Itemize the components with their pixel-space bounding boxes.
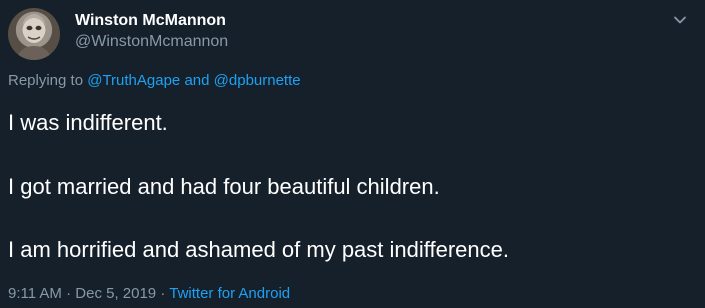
tweet-text-line: I got married and had four beautiful chi… — [8, 174, 440, 199]
tweet-card: Winston McMannon @WinstonMcmannon Replyi… — [0, 0, 705, 308]
tweet-meta: 9:11 AM · Dec 5, 2019 · Twitter for Andr… — [8, 285, 290, 302]
display-name[interactable]: Winston McMannon — [75, 12, 226, 30]
user-handle[interactable]: @WinstonMcmannon — [75, 33, 228, 51]
mention-link[interactable]: @TruthAgape — [87, 72, 180, 89]
reply-conjunction[interactable]: and — [184, 72, 209, 89]
separator: · — [66, 285, 72, 302]
separator: · — [160, 285, 166, 302]
avatar[interactable] — [8, 8, 60, 60]
source-link[interactable]: Twitter for Android — [169, 285, 290, 302]
tweet-text-line: I am horrified and ashamed of my past in… — [8, 237, 509, 262]
chevron-down-icon[interactable] — [668, 8, 692, 32]
avatar-image — [16, 14, 52, 60]
tweet-text-line: I was indifferent. — [8, 110, 168, 135]
tweet-time[interactable]: 9:11 AM — [8, 285, 62, 302]
tweet-date[interactable]: Dec 5, 2019 — [75, 285, 156, 302]
reply-context: Replying to @TruthAgape and @dpburnette — [8, 72, 301, 89]
mention-link[interactable]: @dpburnette — [214, 72, 301, 89]
reply-prefix: Replying to — [8, 72, 84, 89]
